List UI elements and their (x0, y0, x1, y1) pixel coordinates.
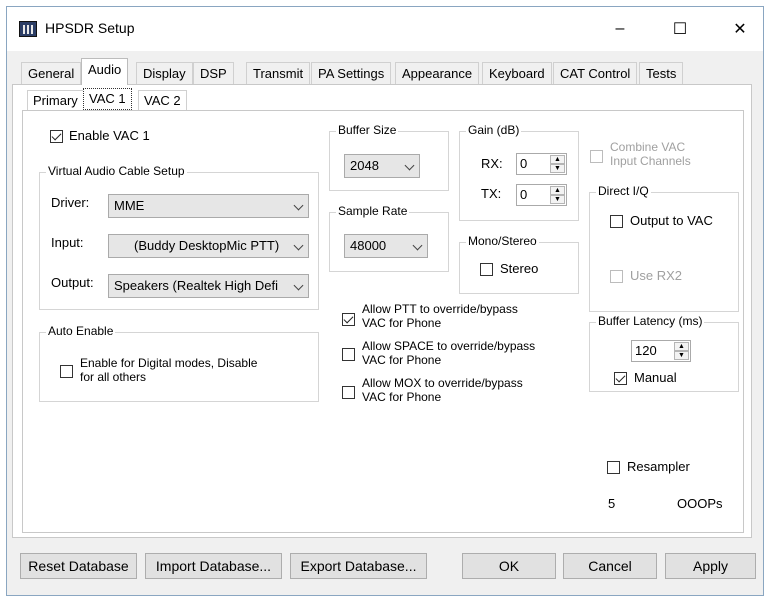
manual-checkbox[interactable] (614, 372, 627, 385)
use-rx2-label: Use RX2 (630, 268, 683, 283)
import-database-button[interactable]: Import Database... (145, 553, 282, 579)
allow-ptt-checkbox[interactable] (342, 313, 355, 326)
spin-down-icon[interactable]: ▼ (674, 351, 689, 360)
tab-cat-control[interactable]: CAT Control (553, 62, 638, 84)
app-icon (19, 21, 37, 37)
combine-vac-checkbox[interactable] (590, 150, 603, 163)
rx-gain-label: RX: (481, 156, 503, 171)
tab-display[interactable]: Display (136, 62, 193, 84)
cancel-button[interactable]: Cancel (563, 553, 657, 579)
rx-gain-value: 0 (520, 156, 528, 171)
spin-up-icon[interactable]: ▲ (550, 186, 565, 195)
subtab-vac1[interactable]: VAC 1 (83, 88, 132, 110)
allow-space-line2: VAC for Phone (362, 353, 442, 367)
sample-rate-value: 48000 (350, 238, 387, 253)
allow-ptt-line1: Allow PTT to override/bypass (362, 302, 518, 316)
title-bar: HPSDR Setup – ☐ ✕ (7, 7, 763, 51)
buffer-latency-spinner[interactable]: 120 ▲ ▼ (631, 340, 691, 362)
driver-select[interactable]: MME (108, 194, 309, 218)
input-value: (Buddy DesktopMic PTT) (134, 238, 280, 253)
output-to-vac-checkbox[interactable] (610, 215, 623, 228)
ooops-label: OOOPs (677, 496, 723, 511)
tab-general[interactable]: General (21, 62, 82, 84)
chevron-down-icon (293, 280, 304, 291)
driver-label: Driver: (51, 195, 90, 210)
input-label: Input: (51, 235, 84, 250)
gain-title: Gain (dB) (466, 123, 522, 137)
spin-up-icon[interactable]: ▲ (550, 155, 565, 164)
output-value: Speakers (Realtek High Defi (114, 278, 279, 293)
window-title: HPSDR Setup (45, 20, 135, 36)
enable-vac-label: Enable VAC 1 (69, 128, 150, 143)
ooops-count: 5 (608, 496, 616, 511)
resampler-checkbox[interactable] (607, 461, 620, 474)
driver-value: MME (114, 198, 145, 213)
spin-down-icon[interactable]: ▼ (550, 164, 565, 173)
buffer-latency-title: Buffer Latency (ms) (596, 314, 705, 328)
chevron-down-icon (293, 200, 304, 211)
buffer-latency-value: 120 (635, 343, 657, 358)
allow-mox-checkbox[interactable] (342, 386, 355, 399)
minimize-button[interactable]: – (597, 7, 643, 51)
tab-appearance[interactable]: Appearance (395, 62, 480, 84)
tab-audio[interactable]: Audio (81, 58, 129, 85)
spin-down-icon[interactable]: ▼ (550, 195, 565, 204)
output-to-vac-label: Output to VAC (630, 213, 713, 228)
allow-mox-line1: Allow MOX to override/bypass (362, 376, 523, 390)
reset-database-button[interactable]: Reset Database (20, 553, 137, 579)
auto-enable-checkbox[interactable] (60, 365, 73, 378)
input-select[interactable]: (Buddy DesktopMic PTT) (108, 234, 309, 258)
subtab-primary[interactable]: Primary (27, 90, 84, 111)
allow-space-checkbox[interactable] (342, 348, 355, 361)
enable-vac-checkbox[interactable] (50, 130, 63, 143)
combine-vac-line1: Combine VAC (610, 140, 686, 154)
sample-rate-title: Sample Rate (336, 204, 410, 218)
close-button[interactable]: ✕ (717, 7, 763, 51)
allow-ptt-line2: VAC for Phone (362, 316, 442, 330)
output-select[interactable]: Speakers (Realtek High Defi (108, 274, 309, 298)
resampler-label: Resampler (627, 459, 690, 474)
mono-stereo-title: Mono/Stereo (466, 234, 539, 248)
combine-vac-line2: Input Channels (610, 154, 691, 168)
tab-tests[interactable]: Tests (639, 62, 684, 84)
auto-enable-line2: for all others (80, 370, 147, 384)
direct-iq-title: Direct I/Q (596, 184, 651, 198)
tab-dsp[interactable]: DSP (193, 62, 234, 84)
chevron-down-icon (404, 160, 415, 171)
use-rx2-checkbox[interactable] (610, 270, 623, 283)
auto-enable-line1: Enable for Digital modes, Disable (80, 356, 258, 370)
buffer-size-value: 2048 (350, 158, 379, 173)
tab-transmit[interactable]: Transmit (246, 62, 311, 84)
chevron-down-icon (293, 240, 304, 251)
output-label: Output: (51, 275, 94, 290)
ok-button[interactable]: OK (462, 553, 556, 579)
tx-gain-value: 0 (520, 187, 528, 202)
direct-iq-group: Direct I/Q (589, 184, 739, 312)
tab-pa-settings[interactable]: PA Settings (311, 62, 392, 84)
buffer-size-title: Buffer Size (336, 123, 399, 137)
auto-enable-title: Auto Enable (46, 324, 116, 338)
stereo-checkbox[interactable] (480, 263, 493, 276)
vac-setup-title: Virtual Audio Cable Setup (46, 164, 187, 178)
subtab-vac2[interactable]: VAC 2 (138, 90, 187, 111)
maximize-button[interactable]: ☐ (657, 7, 703, 51)
tx-gain-label: TX: (481, 186, 502, 201)
gain-group: Gain (dB) (459, 123, 579, 221)
tab-keyboard[interactable]: Keyboard (482, 62, 552, 84)
rx-gain-spinner[interactable]: 0 ▲ ▼ (516, 153, 567, 175)
tx-gain-spinner[interactable]: 0 ▲ ▼ (516, 184, 567, 206)
allow-mox-line2: VAC for Phone (362, 390, 442, 404)
chevron-down-icon (412, 240, 423, 251)
sample-rate-select[interactable]: 48000 (344, 234, 428, 258)
apply-button[interactable]: Apply (665, 553, 756, 579)
export-database-button[interactable]: Export Database... (290, 553, 427, 579)
stereo-label: Stereo (500, 261, 539, 276)
spin-up-icon[interactable]: ▲ (674, 342, 689, 351)
manual-label: Manual (634, 370, 677, 385)
allow-space-line1: Allow SPACE to override/bypass (362, 339, 536, 353)
buffer-size-select[interactable]: 2048 (344, 154, 420, 178)
